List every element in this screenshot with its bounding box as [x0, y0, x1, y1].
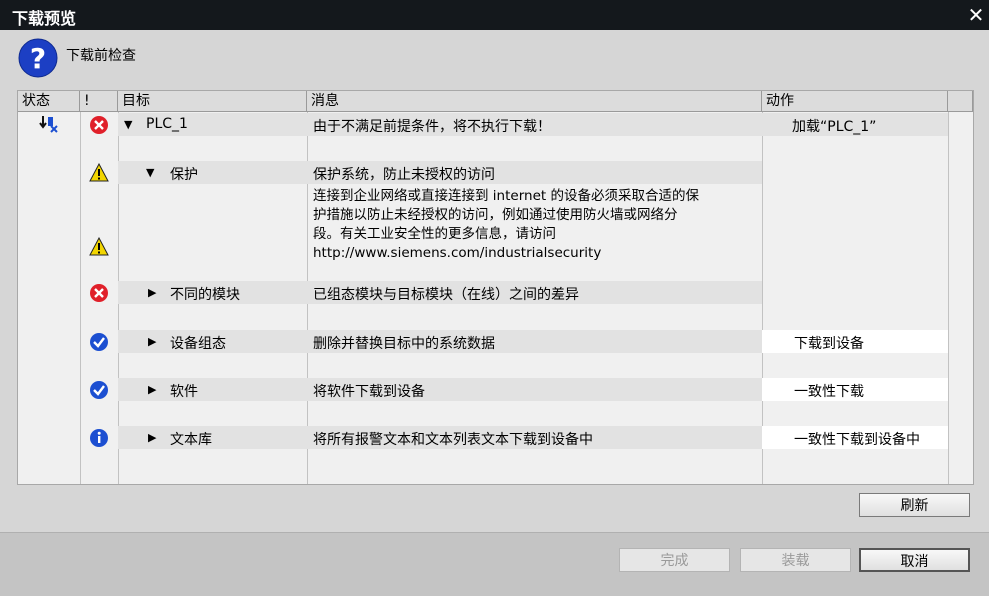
column-header-status[interactable]: 状态	[18, 91, 80, 112]
collapse-caret-icon[interactable]: ▶	[148, 335, 156, 348]
svg-text:?: ?	[30, 42, 46, 75]
download-status-icon	[39, 116, 58, 133]
message-text: 删除并替换目标中的系统数据	[313, 336, 495, 352]
expand-caret-icon[interactable]: ▼	[124, 118, 132, 131]
checkmark-icon	[90, 381, 108, 399]
collapse-caret-icon[interactable]: ▶	[148, 286, 156, 299]
expand-caret-icon[interactable]: ▼	[146, 166, 154, 179]
finish-button[interactable]: 完成	[619, 548, 730, 572]
collapse-caret-icon[interactable]: ▶	[148, 431, 156, 444]
action-dropdown[interactable]: 下载到设备	[794, 333, 864, 353]
message-detail-line: 段。有关工业安全性的更多信息，请访问	[313, 226, 556, 242]
cancel-button[interactable]: 取消	[859, 548, 970, 572]
column-header-filler	[948, 91, 973, 112]
column-header-target[interactable]: 目标	[118, 91, 307, 112]
refresh-button[interactable]: 刷新	[859, 493, 970, 517]
info-icon	[90, 429, 108, 447]
download-preview-dialog: 下载预览 ✕ ? 下载前检查 状态 ! 目标 消息 动作 ▼ PLC_1 由于不…	[0, 0, 989, 596]
grid-line	[948, 112, 949, 484]
column-header-message[interactable]: 消息	[307, 91, 762, 112]
column-header-flag[interactable]: !	[80, 91, 118, 112]
load-button[interactable]: 装载	[740, 548, 851, 572]
error-icon	[90, 116, 108, 134]
target-label: 软件	[170, 384, 198, 400]
target-label: 保护	[170, 167, 198, 183]
target-label: PLC_1	[146, 116, 188, 132]
table-row[interactable]: ▶ 软件 将软件下载到设备 一致性下载	[18, 378, 948, 401]
table-row[interactable]: ▼ PLC_1 由于不满足前提条件，将不执行下载！ 加载“PLC_1”	[18, 113, 948, 136]
target-label: 不同的模块	[170, 287, 240, 303]
message-text: 已组态模块与目标模块（在线）之间的差异	[313, 287, 579, 303]
target-label: 文本库	[170, 432, 212, 448]
row-highlight	[118, 378, 762, 401]
message-text: 由于不满足前提条件，将不执行下载！	[313, 119, 551, 135]
close-icon[interactable]: ✕	[965, 4, 987, 26]
table-row[interactable]: ▼ 保护 保护系统，防止未授权的访问	[18, 161, 948, 184]
warning-icon	[89, 237, 109, 256]
table-row[interactable]: ▶ 文本库 将所有报警文本和文本列表文本下载到设备中 一致性下载到设备中	[18, 426, 948, 449]
security-link[interactable]: http://www.siemens.com/industrialsecurit…	[313, 244, 758, 263]
title-bar: 下载预览 ✕	[0, 0, 989, 30]
action-dropdown[interactable]: 加载“PLC_1”	[792, 116, 876, 136]
checkmark-icon	[90, 333, 108, 351]
table-row[interactable]: 连接到企业网络或直接连接到 internet 的设备必须采取合适的保 护措施以防…	[18, 185, 948, 261]
window-title: 下载预览	[12, 9, 77, 28]
message-detail-line: 护措施以防止未经授权的访问，例如通过使用防火墙或网络分	[313, 207, 678, 223]
message-text: 将软件下载到设备	[313, 384, 425, 400]
table-row[interactable]: ▶ 设备组态 删除并替换目标中的系统数据 下载到设备	[18, 330, 948, 353]
message-detail-line: 连接到企业网络或直接连接到 internet 的设备必须采取合适的保	[313, 188, 699, 204]
warning-icon	[89, 163, 109, 182]
message-text: 保护系统，防止未授权的访问	[313, 167, 495, 183]
action-dropdown[interactable]: 一致性下载	[794, 381, 864, 401]
question-icon: ?	[18, 38, 58, 78]
table-row[interactable]: ▶ 不同的模块 已组态模块与目标模块（在线）之间的差异	[18, 281, 948, 304]
header-text: 下载前检查	[66, 48, 136, 64]
action-dropdown[interactable]: 一致性下载到设备中	[794, 429, 920, 449]
target-label: 设备组态	[170, 336, 226, 352]
column-header-action[interactable]: 动作	[762, 91, 948, 112]
message-detail: 连接到企业网络或直接连接到 internet 的设备必须采取合适的保 护措施以防…	[313, 187, 758, 263]
preview-table: 状态 ! 目标 消息 动作 ▼ PLC_1 由于不满足前提条件，将不执行下载！ …	[17, 90, 974, 485]
message-text: 将所有报警文本和文本列表文本下载到设备中	[313, 432, 593, 448]
error-icon	[90, 284, 108, 302]
collapse-caret-icon[interactable]: ▶	[148, 383, 156, 396]
